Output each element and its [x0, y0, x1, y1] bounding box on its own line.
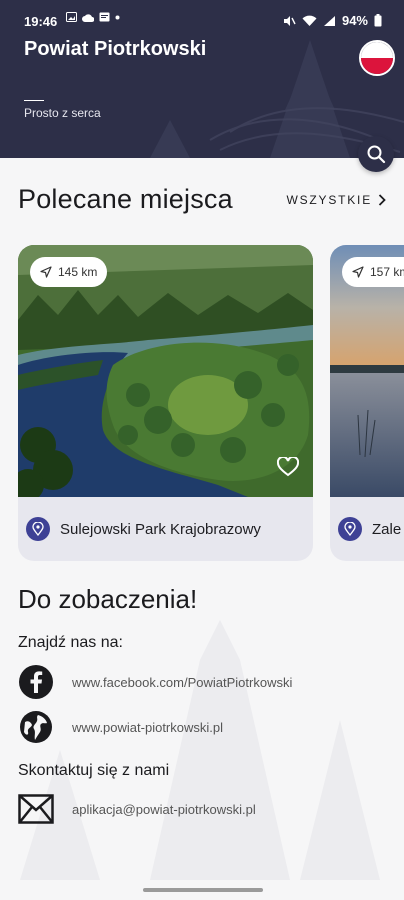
place-card[interactable]: 145 km Sulejowski Park Krajobrazowy [18, 245, 313, 561]
app-title: Powiat Piotrkowski [24, 38, 207, 60]
home-indicator[interactable] [143, 888, 263, 892]
website-link[interactable]: www.powiat-piotrkowski.pl [18, 709, 223, 745]
place-card-footer: Sulejowski Park Krajobrazowy [18, 497, 313, 561]
app-tagline: Prosto z serca [24, 106, 101, 120]
chevron-right-icon [378, 194, 386, 206]
search-icon [367, 145, 386, 164]
wifi-icon [302, 15, 317, 26]
email-link[interactable]: aplikacja@powiat-piotrkowski.pl [18, 791, 256, 827]
to-see-title: Do zobaczenia! [18, 584, 198, 614]
dot-icon [115, 15, 120, 19]
battery-level: 94% [341, 13, 368, 28]
flag-red-stripe [361, 58, 393, 74]
search-button[interactable] [358, 136, 394, 172]
signal-icon [323, 15, 335, 26]
image-icon [66, 12, 77, 22]
battery-icon [374, 14, 382, 27]
status-bar: 19:46 94% [0, 0, 404, 40]
distance-value: 157 km [370, 265, 404, 279]
navigation-arrow-icon [40, 266, 52, 278]
find-us-label: Znajdź nas na: [18, 634, 123, 651]
facebook-icon [18, 664, 54, 700]
contact-label: Skontaktuj się z nami [18, 762, 170, 779]
facebook-link[interactable]: www.facebook.com/PowiatPiotrkowski [18, 664, 292, 700]
mute-icon [283, 15, 296, 26]
status-time: 19:46 [24, 14, 58, 29]
distance-badge: 145 km [30, 257, 108, 287]
message-icon [99, 12, 110, 22]
cloud-icon [82, 13, 94, 22]
facebook-url: www.facebook.com/PowiatPiotrkowski [72, 674, 293, 690]
place-card-footer: Zale [330, 497, 404, 561]
notification-icons [66, 12, 120, 22]
title-divider [24, 100, 44, 101]
place-card[interactable]: 157 km Zale [330, 245, 404, 561]
location-pin-icon [338, 517, 362, 541]
flag-white-stripe [361, 42, 393, 58]
heart-icon[interactable] [277, 457, 299, 477]
location-pin-icon [26, 517, 50, 541]
distance-value: 145 km [58, 265, 98, 279]
see-all-label: WSZYSTKIE [286, 193, 372, 207]
language-flag-button[interactable] [359, 40, 395, 76]
place-name: Zale [372, 520, 402, 538]
see-all-link[interactable]: WSZYSTKIE [286, 193, 386, 207]
website-url: www.powiat-piotrkowski.pl [72, 719, 223, 735]
mail-icon [18, 791, 54, 827]
distance-badge: 157 km [342, 257, 404, 287]
email-address: aplikacja@powiat-piotrkowski.pl [72, 801, 256, 817]
system-icons: 94% [283, 13, 382, 28]
navigation-arrow-icon [352, 266, 364, 278]
globe-icon [18, 709, 54, 745]
featured-section-title: Polecane miejsca [18, 184, 233, 214]
app-header: 19:46 94% Powiat Piotrkowski Prosto z se… [0, 0, 404, 158]
place-name: Sulejowski Park Krajobrazowy [60, 520, 261, 538]
